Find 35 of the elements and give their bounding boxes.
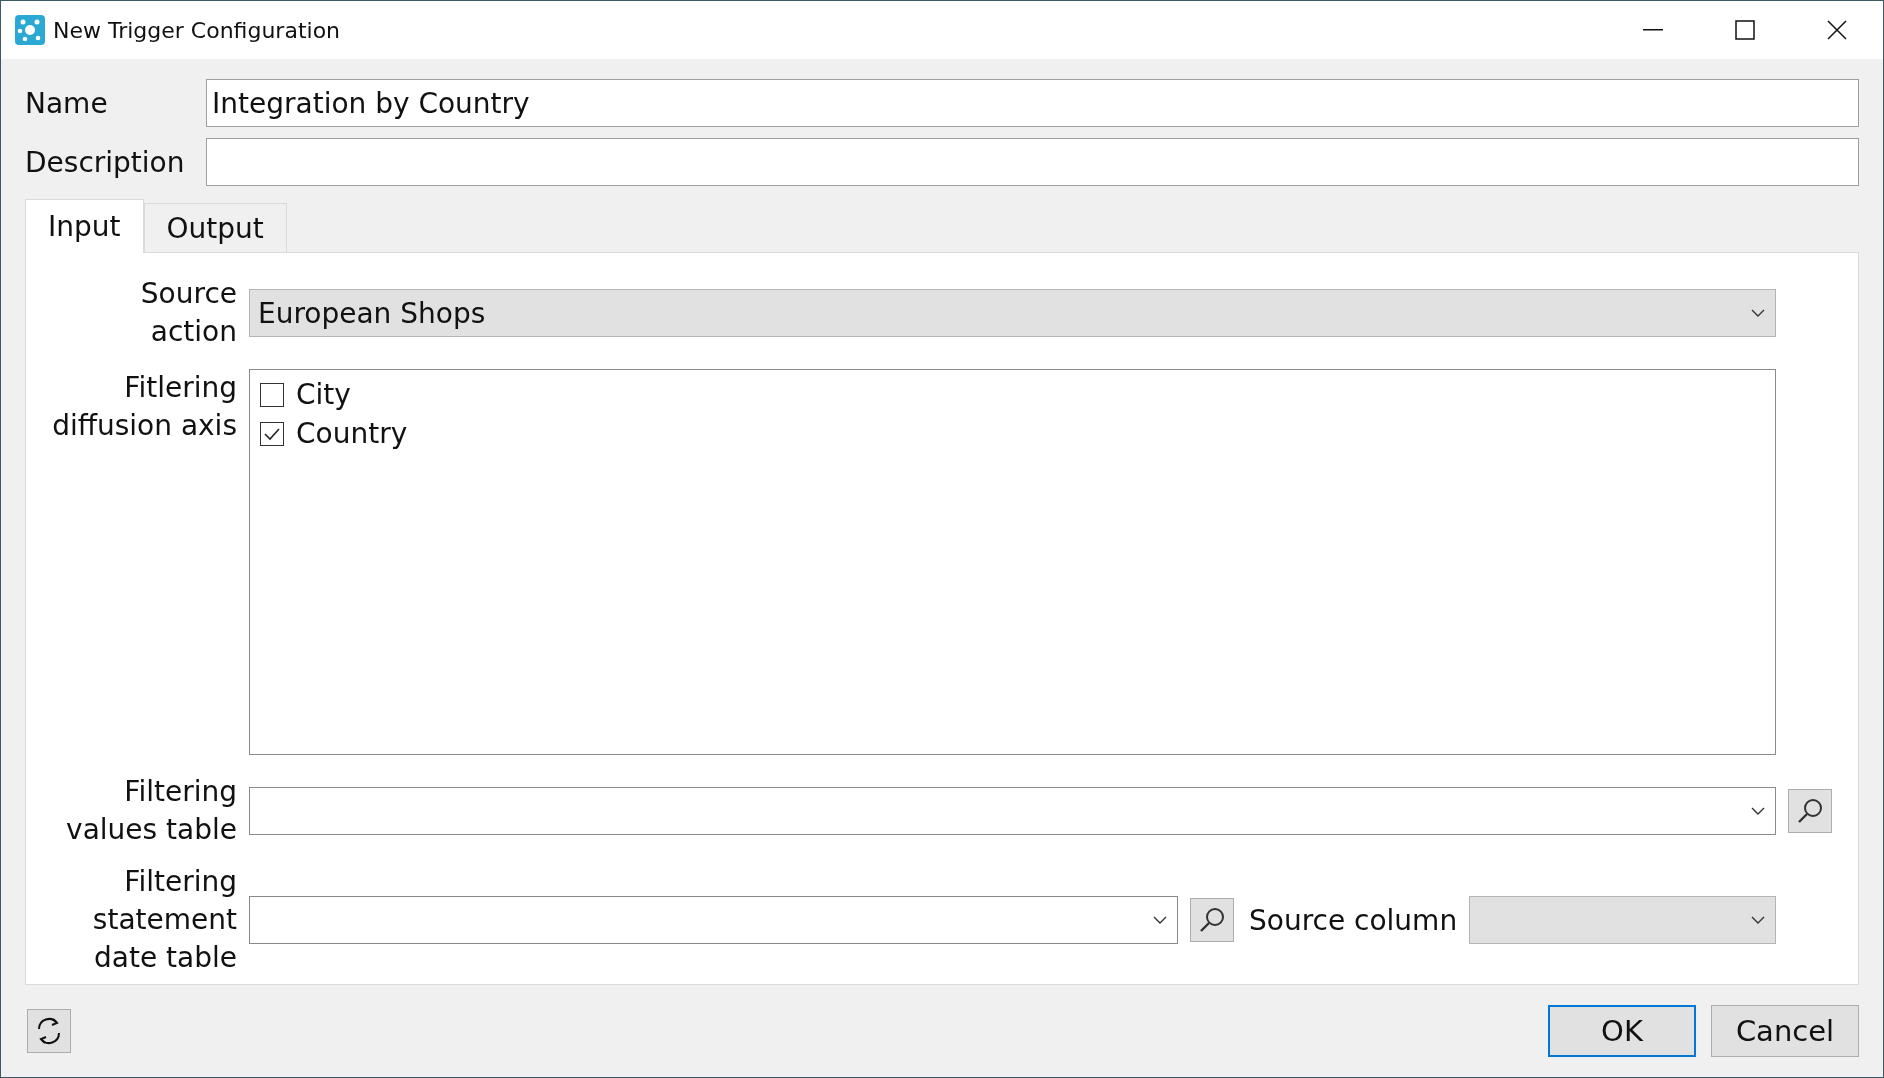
tab[interactable]: Output (143, 203, 287, 253)
checkbox[interactable] (260, 382, 284, 407)
chevron-down-icon (1751, 807, 1765, 815)
source-action-dropdown[interactable]: European Shops (249, 289, 1776, 337)
name-field[interactable]: Integration by Country (206, 79, 1859, 127)
field-label: Description (25, 145, 186, 179)
field-label: Source action (139, 276, 238, 350)
chevron-down-icon (1751, 916, 1765, 924)
field-label: Name (25, 86, 109, 120)
field-label: Filtering values table (65, 774, 238, 848)
window-title: New Trigger Configuration (53, 17, 342, 43)
minimize-icon (1643, 29, 1663, 31)
search-icon (1198, 906, 1226, 934)
chevron-down-icon (1751, 309, 1765, 317)
field-label: Filtering statement date table (91, 864, 238, 976)
filtering-values-dropdown[interactable] (249, 787, 1776, 835)
search-button[interactable] (1788, 789, 1832, 833)
checkbox-label: City (296, 378, 351, 411)
search-icon (1796, 797, 1824, 825)
app-logo-icon (15, 15, 45, 45)
cancel-button[interactable]: Cancel (1711, 1005, 1859, 1057)
search-button[interactable] (1190, 898, 1234, 942)
description-field[interactable] (206, 138, 1859, 186)
refresh-button[interactable] (27, 1009, 71, 1053)
close-icon (1827, 20, 1847, 40)
ok-button[interactable]: OK (1548, 1005, 1696, 1057)
chevron-down-icon (1153, 916, 1167, 924)
tab[interactable]: Input (25, 199, 144, 253)
checkbox-label: Country (296, 417, 408, 450)
checkbox[interactable] (260, 421, 284, 446)
check-icon (263, 426, 281, 441)
filtering-statement-dropdown[interactable] (249, 896, 1178, 944)
field-label: Source column (1249, 903, 1458, 937)
field-label: Fitlering diffusion axis (51, 370, 238, 444)
maximize-icon (1735, 20, 1755, 40)
